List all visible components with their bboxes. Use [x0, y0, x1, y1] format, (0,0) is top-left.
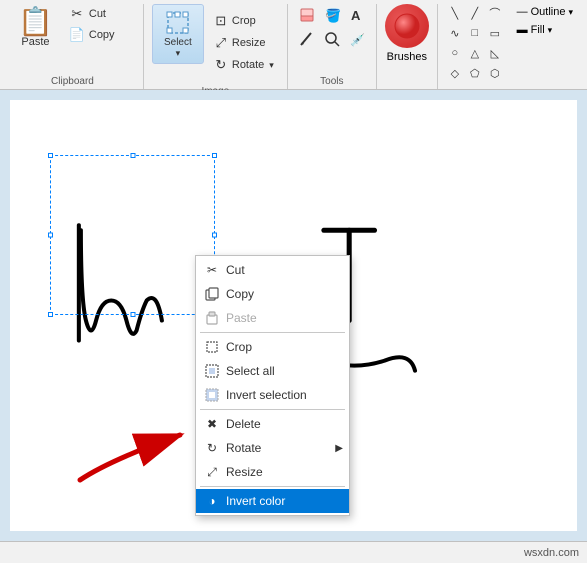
ctx-delete-icon: ✖: [204, 416, 220, 432]
copy-icon: 📄: [69, 27, 85, 43]
ctx-rotate-arrow: ▶: [335, 443, 343, 454]
handle-bottom-mid: [130, 312, 135, 317]
hexagon-shape[interactable]: ⬡: [486, 64, 504, 82]
image-group: Select ▾ ⊡ Crop ⤢ Resize ↻ Rotate ▾ Im: [144, 4, 288, 89]
select-icon: [164, 9, 192, 37]
svg-text:A: A: [351, 8, 361, 23]
curve-shape[interactable]: ⌒: [486, 4, 504, 22]
ctx-invert-selection[interactable]: Invert selection: [196, 383, 349, 407]
ctx-resize-icon: ⤢: [204, 464, 220, 480]
image-sub-buttons: ⊡ Crop ⤢ Resize ↻ Rotate ▾: [208, 4, 279, 82]
crop-button[interactable]: ⊡ Crop: [208, 11, 279, 31]
svg-text:🪣: 🪣: [325, 8, 341, 23]
ctx-crop[interactable]: Crop: [196, 335, 349, 359]
handle-top-mid: [130, 153, 135, 158]
ctx-crop-icon: [204, 339, 220, 355]
paste-button[interactable]: 📋 Paste: [10, 4, 61, 52]
handle-mid-left: [48, 233, 53, 238]
resize-button[interactable]: ⤢ Resize: [208, 33, 279, 53]
rotate-icon: ↻: [213, 57, 229, 73]
cut-icon: ✂: [69, 6, 85, 22]
clipboard-label: Clipboard: [51, 76, 94, 89]
fill-icon: ▬: [517, 24, 528, 36]
ctx-rotate[interactable]: ↻ Rotate ▶: [196, 436, 349, 460]
tools-label: Tools: [320, 76, 343, 89]
ctx-copy[interactable]: Copy: [196, 282, 349, 306]
crop-icon: ⊡: [213, 13, 229, 29]
statusbar: wsxdn.com: [0, 541, 587, 563]
tools-group: 🪣 A 💉 Tools: [288, 4, 377, 89]
svg-text:💉: 💉: [350, 33, 365, 47]
ctx-invert-color[interactable]: ◑ Invert color: [196, 489, 349, 513]
handle-top-left: [48, 153, 53, 158]
handle-bottom-left: [48, 312, 53, 317]
context-menu: ✂ Cut Copy Paste: [195, 255, 350, 516]
rect-shape[interactable]: □: [466, 24, 484, 42]
fill-tool[interactable]: 🪣: [321, 4, 343, 26]
brushes-button[interactable]: [385, 4, 429, 48]
handle-top-right: [212, 153, 217, 158]
outline-button[interactable]: — Outline ▾: [513, 4, 577, 20]
select-button[interactable]: Select ▾: [152, 4, 204, 64]
pentagon-shape[interactable]: ⬠: [466, 64, 484, 82]
ctx-sep-2: [200, 409, 345, 410]
line-shape[interactable]: ╲: [446, 4, 464, 22]
canvas[interactable]: ✂ Cut Copy Paste: [10, 100, 577, 531]
ctx-select-all-icon: [204, 363, 220, 379]
status-website: wsxdn.com: [524, 547, 579, 559]
rotate-button[interactable]: ↻ Rotate ▾: [208, 55, 279, 75]
ctx-delete[interactable]: ✖ Delete: [196, 412, 349, 436]
copy-button[interactable]: 📄 Copy: [65, 25, 135, 45]
text-tool[interactable]: A: [346, 4, 368, 26]
cut-copy-buttons: ✂ Cut 📄 Copy: [65, 4, 135, 45]
outline-icon: —: [517, 6, 528, 18]
canvas-area[interactable]: ✂ Cut Copy Paste: [0, 90, 587, 541]
selection-box: [50, 155, 215, 315]
magnify-tool[interactable]: [321, 28, 343, 50]
triangle-shape[interactable]: △: [466, 44, 484, 62]
diamond-shape[interactable]: ◇: [446, 64, 464, 82]
ctx-copy-icon: [204, 286, 220, 302]
ctx-select-all[interactable]: Select all: [196, 359, 349, 383]
ctx-sep-1: [200, 332, 345, 333]
toolbar: 📋 Paste ✂ Cut 📄 Copy Clipboard: [0, 0, 587, 90]
red-arrow: [60, 400, 200, 490]
eyedrop-tool[interactable]: 💉: [346, 28, 368, 50]
paste-icon: 📋: [18, 8, 53, 36]
ctx-cut-icon: ✂: [204, 262, 220, 278]
ctx-resize[interactable]: ⤢ Resize: [196, 460, 349, 484]
clipboard-group: 📋 Paste ✂ Cut 📄 Copy Clipboard: [2, 4, 144, 89]
fill-button[interactable]: ▬ Fill ▾: [513, 22, 577, 38]
ctx-invert-selection-icon: [204, 387, 220, 403]
shapes-group: ╲ ╱ ⌒ ∿ □ ▭ ○ △ ◺ ◇ ⬠ ⬡ → ↗ ⇒: [438, 4, 585, 89]
ellipse-shape[interactable]: ○: [446, 44, 464, 62]
resize-icon: ⤢: [213, 35, 229, 51]
handle-mid-right: [212, 233, 217, 238]
cut-button[interactable]: ✂ Cut: [65, 4, 135, 24]
freeform-shape[interactable]: ∿: [446, 24, 464, 42]
roundrect-shape[interactable]: ▭: [486, 24, 504, 42]
ctx-paste-icon: [204, 310, 220, 326]
ctx-sep-3: [200, 486, 345, 487]
ctx-paste: Paste: [196, 306, 349, 330]
diagonal-shape[interactable]: ╱: [466, 4, 484, 22]
ctx-cut[interactable]: ✂ Cut: [196, 258, 349, 282]
brushes-group: Brushes: [377, 4, 438, 89]
ctx-rotate-icon: ↻: [204, 440, 220, 456]
ctx-invert-color-icon: ◑: [204, 493, 220, 509]
eraser-tool[interactable]: [296, 4, 318, 26]
rtriangle-shape[interactable]: ◺: [486, 44, 504, 62]
pencil-tool[interactable]: [296, 28, 318, 50]
